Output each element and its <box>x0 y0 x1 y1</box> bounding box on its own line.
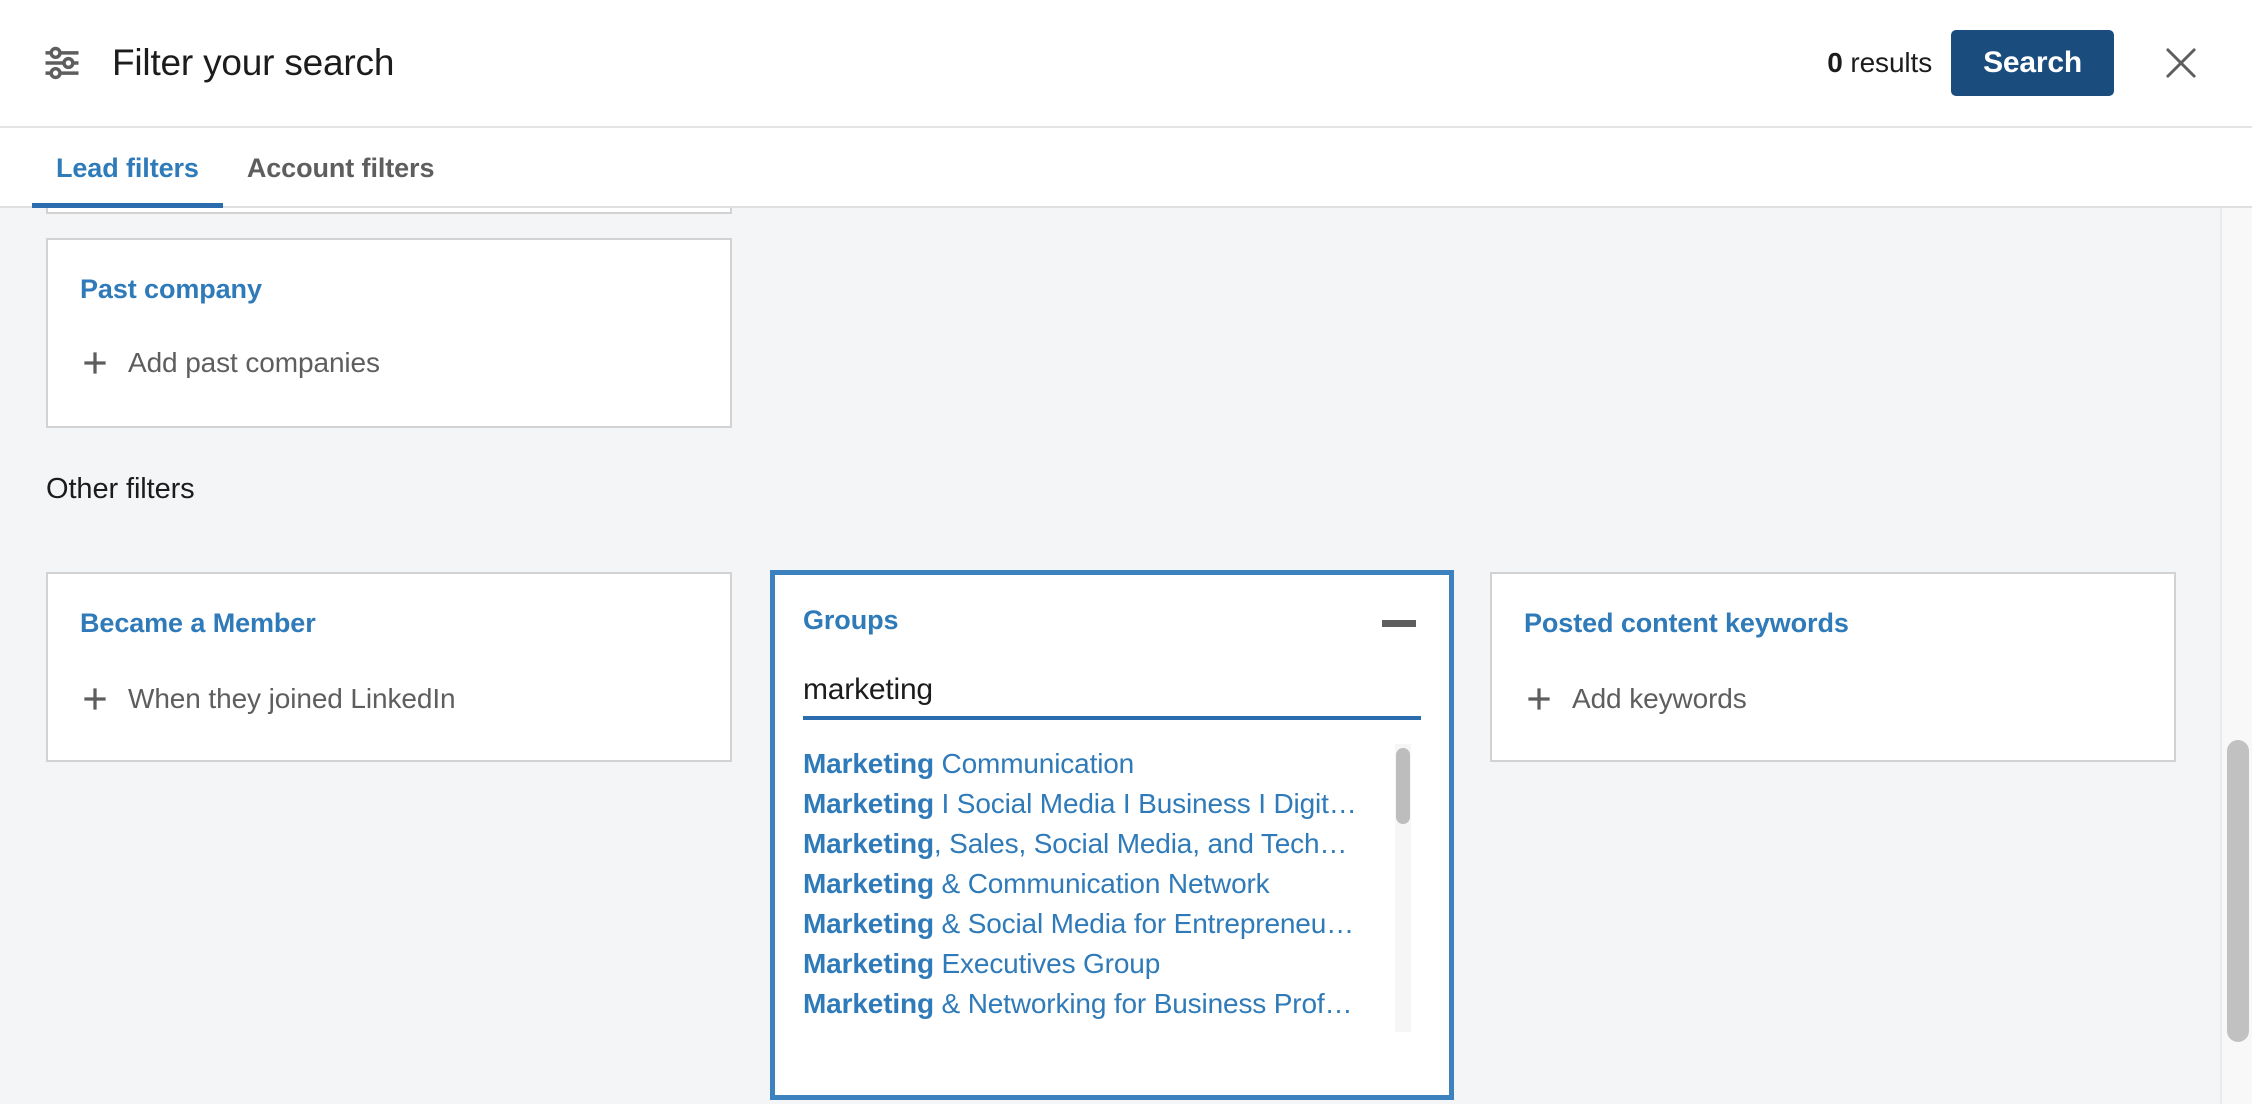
filters-content-area: Past company Add past companies Other fi… <box>0 208 2220 1104</box>
groups-search-input[interactable] <box>803 673 1421 707</box>
collapse-groups-button[interactable] <box>1377 607 1421 639</box>
page-scrollbar-thumb[interactable] <box>2227 740 2249 1042</box>
list-item[interactable]: Marketing & Social Media for Entrepreneu… <box>803 904 1421 944</box>
header-left-group: Filter your search <box>40 41 394 85</box>
page-scrollbar-track[interactable] <box>2220 208 2252 1104</box>
suggestion-match: Marketing <box>803 908 934 939</box>
filter-search-modal: Filter your search 0 results Search Lead… <box>0 0 2252 1104</box>
filter-sliders-icon <box>40 41 84 85</box>
plus-icon <box>80 348 110 378</box>
list-item[interactable]: Marketing Executives Group <box>803 944 1421 984</box>
suggestion-rest: & Networking for Business Profe... <box>933 988 1363 1019</box>
suggestion-match: Marketing <box>803 828 934 859</box>
filter-card-became-a-member[interactable]: Became a Member When they joined LinkedI… <box>46 572 732 762</box>
filter-card-groups[interactable]: Groups Marketing Communication Marketing… <box>770 570 1454 1100</box>
list-item[interactable]: Marketing & Networking for Business Prof… <box>803 984 1421 1024</box>
filter-card-posted-content-keywords[interactable]: Posted content keywords Add keywords <box>1490 572 2176 762</box>
list-item[interactable]: Marketing and Sales Operations Professio… <box>803 1024 1421 1032</box>
plus-icon <box>80 684 110 714</box>
list-item[interactable]: Marketing I Social Media I Business I Di… <box>803 784 1421 824</box>
suggestion-match: Marketing <box>803 868 934 899</box>
became-member-title: Became a Member <box>80 608 316 638</box>
page-title: Filter your search <box>112 42 395 83</box>
modal-header: Filter your search 0 results Search <box>0 0 2252 126</box>
groups-card-header: Groups <box>803 605 1421 639</box>
suggestion-rest: & Social Media for Entrepreneurs... <box>933 908 1373 939</box>
suggestion-rest: I Social Media I Business I Digital... <box>933 788 1374 819</box>
groups-title: Groups <box>803 605 899 635</box>
add-past-companies-button[interactable]: Add past companies <box>80 347 380 379</box>
results-count: 0 results <box>1827 47 1932 79</box>
search-button[interactable]: Search <box>1951 30 2114 96</box>
groups-typeahead-dropdown: Marketing Communication Marketing I Soci… <box>803 744 1421 1032</box>
header-right-group: 0 results Search <box>1827 26 2218 100</box>
list-item[interactable]: Marketing & Communication Network <box>803 864 1421 904</box>
suggestion-rest: & Communication Network <box>933 868 1270 899</box>
add-keywords-label: Add keywords <box>1572 683 1747 714</box>
suggestion-match: Marketing <box>803 988 934 1019</box>
filter-tabs: Lead filters Account filters <box>0 126 2252 208</box>
groups-suggestion-list: Marketing Communication Marketing I Soci… <box>803 744 1421 1032</box>
suggestion-match: Marketing <box>803 1028 934 1032</box>
suggestion-rest: Executives Group <box>933 948 1161 979</box>
previous-filter-card-edge <box>46 208 732 214</box>
list-item[interactable]: Marketing Communication <box>803 744 1421 784</box>
results-count-number: 0 <box>1827 47 1843 78</box>
when-they-joined-linkedin-label: When they joined LinkedIn <box>128 683 456 714</box>
list-item[interactable]: Marketing, Sales, Social Media, and Tech… <box>803 824 1421 864</box>
tab-account-filters[interactable]: Account filters <box>223 128 459 208</box>
filter-card-past-company[interactable]: Past company Add past companies <box>46 238 732 428</box>
suggestion-match: Marketing <box>803 788 934 819</box>
suggestion-rest: , Sales, Social Media, and Techno... <box>933 828 1374 859</box>
close-button[interactable] <box>2144 26 2218 100</box>
groups-search-field[interactable] <box>803 673 1421 720</box>
close-icon <box>2160 42 2202 84</box>
suggestion-rest: Communication <box>933 748 1135 779</box>
when-they-joined-linkedin-button[interactable]: When they joined LinkedIn <box>80 683 456 715</box>
typeahead-scrollbar-thumb[interactable] <box>1396 748 1410 824</box>
suggestion-rest: and Sales Operations Profession... <box>934 1028 1370 1032</box>
suggestion-match: Marketing <box>803 748 934 779</box>
section-heading-other-filters: Other filters <box>46 473 195 505</box>
posted-keywords-title: Posted content keywords <box>1524 608 1849 638</box>
tab-lead-filters[interactable]: Lead filters <box>32 128 223 208</box>
add-keywords-button[interactable]: Add keywords <box>1524 683 1747 715</box>
past-company-title: Past company <box>80 274 262 304</box>
minus-icon <box>1382 619 1416 627</box>
plus-icon <box>1524 684 1554 714</box>
suggestion-match: Marketing <box>803 948 934 979</box>
add-past-companies-label: Add past companies <box>128 347 380 378</box>
results-count-label: results <box>1842 47 1933 78</box>
